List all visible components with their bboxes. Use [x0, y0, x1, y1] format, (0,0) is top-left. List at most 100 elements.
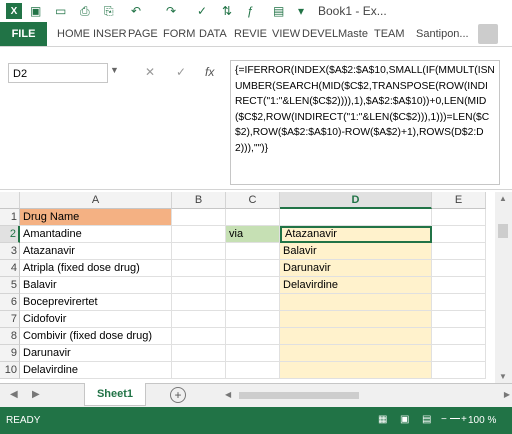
cell-b3[interactable] — [172, 243, 226, 260]
cell-e6[interactable] — [432, 294, 486, 311]
tab-insert[interactable]: INSER — [93, 28, 127, 40]
cell-d5[interactable]: Delavirdine — [280, 277, 432, 294]
scroll-thumb[interactable] — [239, 392, 359, 399]
column-header-d[interactable]: D — [280, 192, 432, 209]
tab-page[interactable]: PAGE — [128, 28, 158, 40]
column-header-a[interactable]: A — [20, 192, 172, 209]
cell-e7[interactable] — [432, 311, 486, 328]
cell-b6[interactable] — [172, 294, 226, 311]
cell-a8[interactable]: Combivir (fixed dose drug) — [20, 328, 172, 345]
scroll-down-icon[interactable]: ▼ — [499, 372, 507, 381]
undo-icon[interactable]: ↶ — [131, 3, 141, 19]
zoom-out-icon[interactable]: − — [441, 414, 447, 425]
cell-b1[interactable] — [172, 209, 226, 226]
cell-a1[interactable]: Drug Name — [20, 209, 172, 226]
tab-file[interactable]: FILE — [0, 22, 47, 46]
normal-view-icon[interactable]: ▦ — [378, 414, 387, 425]
cell-d1[interactable] — [280, 209, 432, 226]
tab-master[interactable]: Maste — [338, 28, 368, 40]
cell-c2[interactable]: via — [226, 226, 280, 243]
cell-e4[interactable] — [432, 260, 486, 277]
column-header-e[interactable]: E — [432, 192, 486, 209]
cell-d2[interactable]: Atazanavir — [280, 226, 432, 243]
cell-d9[interactable] — [280, 345, 432, 362]
cell-a9[interactable]: Darunavir — [20, 345, 172, 362]
prev-sheet-icon[interactable]: ◀ — [10, 389, 18, 400]
add-sheet-icon[interactable]: + — [170, 387, 186, 403]
cell-e3[interactable] — [432, 243, 486, 260]
cell-a3[interactable]: Atazanavir — [20, 243, 172, 260]
cell-b10[interactable] — [172, 362, 226, 379]
cell-d6[interactable] — [280, 294, 432, 311]
cell-e8[interactable] — [432, 328, 486, 345]
row-header-1[interactable]: 1 — [0, 209, 20, 226]
scroll-up-icon[interactable]: ▲ — [499, 194, 507, 203]
cell-a10[interactable]: Delavirdine — [20, 362, 172, 379]
row-header-9[interactable]: 9 — [0, 345, 20, 362]
save-icon[interactable]: ▣ — [30, 3, 41, 19]
cell-a7[interactable]: Cidofovir — [20, 311, 172, 328]
next-sheet-icon[interactable]: ▶ — [32, 389, 40, 400]
cell-c6[interactable] — [226, 294, 280, 311]
print-preview-icon[interactable]: ⎙ — [80, 3, 90, 19]
scroll-right-icon[interactable]: ▶ — [504, 390, 510, 399]
tab-formulas[interactable]: FORM — [163, 28, 195, 40]
cell-a5[interactable]: Balavir — [20, 277, 172, 294]
tab-developer[interactable]: DEVEL — [302, 28, 338, 40]
scroll-left-icon[interactable]: ◀ — [225, 390, 231, 399]
chevron-down-icon[interactable]: ▼ — [110, 65, 119, 75]
cell-e2[interactable] — [432, 226, 486, 243]
format-icon[interactable]: ▤ — [273, 3, 284, 19]
spelling-icon[interactable]: ✓ — [197, 3, 207, 19]
row-header-2[interactable]: 2 — [0, 226, 20, 243]
row-header-3[interactable]: 3 — [0, 243, 20, 260]
zoom-level[interactable]: 100 % — [468, 415, 496, 426]
cell-c8[interactable] — [226, 328, 280, 345]
cell-e5[interactable] — [432, 277, 486, 294]
cell-d7[interactable] — [280, 311, 432, 328]
zoom-slider[interactable] — [450, 414, 460, 419]
page-break-icon[interactable]: ▤ — [422, 414, 431, 425]
open-icon[interactable]: ▭ — [55, 3, 66, 19]
cell-d8[interactable] — [280, 328, 432, 345]
cell-b5[interactable] — [172, 277, 226, 294]
tab-team[interactable]: TEAM — [374, 28, 405, 40]
cell-e9[interactable] — [432, 345, 486, 362]
page-layout-icon[interactable]: ▣ — [400, 414, 409, 425]
sheet-tab-sheet1[interactable]: Sheet1 — [84, 383, 146, 406]
select-all-corner[interactable] — [0, 192, 20, 209]
user-name[interactable]: Santipon... — [416, 28, 469, 40]
tab-home[interactable]: HOME — [57, 28, 90, 40]
print-icon[interactable]: ⎘ — [104, 3, 114, 19]
cell-b9[interactable] — [172, 345, 226, 362]
row-header-7[interactable]: 7 — [0, 311, 20, 328]
cell-c4[interactable] — [226, 260, 280, 277]
cell-c1[interactable] — [226, 209, 280, 226]
formula-input[interactable]: {=IFERROR(INDEX($A$2:$A$10,SMALL(IF(MMUL… — [230, 60, 500, 185]
cell-c3[interactable] — [226, 243, 280, 260]
cell-e1[interactable] — [432, 209, 486, 226]
function-icon[interactable]: ƒ — [247, 3, 254, 19]
cell-a4[interactable]: Atripla (fixed dose drug) — [20, 260, 172, 277]
row-header-4[interactable]: 4 — [0, 260, 20, 277]
cell-c7[interactable] — [226, 311, 280, 328]
sort-icon[interactable]: ⇅ — [222, 3, 232, 19]
cell-c10[interactable] — [226, 362, 280, 379]
tab-review[interactable]: REVIE — [234, 28, 267, 40]
vertical-scrollbar[interactable]: ▲ ▼ — [495, 192, 512, 386]
cell-c5[interactable] — [226, 277, 280, 294]
cell-a6[interactable]: Boceprevirertet — [20, 294, 172, 311]
cell-b7[interactable] — [172, 311, 226, 328]
cell-b8[interactable] — [172, 328, 226, 345]
column-header-b[interactable]: B — [172, 192, 226, 209]
customize-icon[interactable]: ▾ — [298, 3, 304, 19]
row-header-8[interactable]: 8 — [0, 328, 20, 345]
redo-icon[interactable]: ↷ — [166, 3, 176, 19]
cell-d10[interactable] — [280, 362, 432, 379]
horizontal-scrollbar[interactable]: ◀ ▶ — [225, 390, 510, 401]
column-header-c[interactable]: C — [226, 192, 280, 209]
cell-e10[interactable] — [432, 362, 486, 379]
cell-a2[interactable]: Amantadine — [20, 226, 172, 243]
avatar[interactable] — [478, 24, 498, 44]
tab-data[interactable]: DATA — [199, 28, 227, 40]
